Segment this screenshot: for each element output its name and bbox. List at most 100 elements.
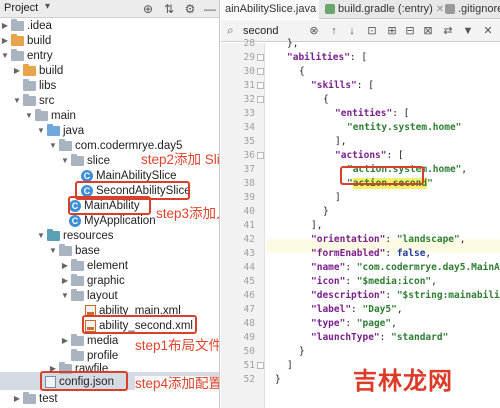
chevron-down-icon[interactable]: ▼ [24, 108, 34, 124]
tree-item-entry-build[interactable]: ▶ build [12, 63, 63, 79]
code-line-41: ], [311, 220, 323, 231]
tab-gitignore[interactable]: .gitignore [441, 0, 500, 19]
chevron-right-icon[interactable]: ▶ [0, 33, 10, 49]
tree-item-resources[interactable]: ▼ resources [36, 228, 114, 244]
package-icon [71, 154, 84, 166]
class-icon: C [69, 215, 81, 227]
chevron-down-icon[interactable]: ▼ [0, 48, 10, 64]
chevron-down-icon[interactable]: ▼ [60, 288, 70, 304]
code-line-34: "entity.system.home" [347, 122, 462, 133]
tree-item-java[interactable]: ▼ java [36, 123, 84, 139]
line-number: 32 [243, 94, 255, 105]
tree-item-label: slice [87, 155, 111, 167]
tree-item-graphic[interactable]: ▶ graphic [60, 273, 125, 289]
folder-icon [71, 334, 84, 346]
chevron-right-icon[interactable]: ▶ [0, 18, 10, 34]
tree-item-entry[interactable]: ▼ entry [0, 48, 53, 64]
code-line-50: } [299, 346, 305, 357]
project-panel-title[interactable]: Project [4, 2, 38, 14]
fold-marker-icon[interactable] [257, 96, 264, 103]
tree-item-label: src [39, 95, 55, 107]
chevron-right-icon[interactable]: ▶ [60, 258, 70, 274]
chevron-down-icon[interactable]: ▼ [12, 93, 22, 109]
search-icon[interactable]: ⌕ [227, 23, 241, 37]
code-line-32: { [323, 94, 329, 105]
code-line-51: ] [287, 360, 293, 371]
filter-icon[interactable]: ▼ [461, 23, 475, 39]
tab-label: ainAbilitySlice.java [225, 3, 317, 15]
folder-icon [11, 49, 24, 61]
remove-selection-icon[interactable]: ⊟ [403, 23, 417, 39]
editor-tab-bar: ainAbilitySlice.java build.gradle (:entr… [221, 0, 500, 19]
chevron-right-icon[interactable]: ▶ [12, 63, 22, 79]
chevron-down-icon[interactable]: ▾ [45, 1, 50, 12]
code-line-46: "description": "$string:mainability_d [311, 290, 500, 301]
chevron-down-icon[interactable]: ▼ [48, 243, 58, 259]
folder-icon [23, 79, 36, 91]
watermark: 吉林龙网 [353, 368, 453, 395]
folder-icon [71, 349, 84, 361]
line-number: 29 [243, 52, 255, 63]
tree-item-src[interactable]: ▼ src [12, 93, 54, 109]
tree-item-idea[interactable]: ▶ .idea [0, 18, 52, 34]
chevron-down-icon[interactable]: ▼ [36, 228, 46, 244]
annotation-box-config-json [40, 371, 128, 391]
arrow-down-icon[interactable]: ↓ [345, 23, 359, 39]
code-line-35: ], [335, 136, 347, 147]
arrow-up-icon[interactable]: ↑ [327, 23, 341, 39]
add-selection-icon[interactable]: ⊞ [385, 23, 399, 39]
tree-item-media[interactable]: ▶ media [60, 333, 118, 349]
gradle-file-icon [325, 4, 335, 14]
tree-item-base[interactable]: ▼ base [48, 243, 100, 259]
tab-label: .gitignore [458, 3, 500, 15]
chevron-right-icon[interactable]: ▶ [60, 273, 70, 289]
tree-item-layout[interactable]: ▼ layout [60, 288, 118, 304]
toggle-icon[interactable]: ⇄ [441, 23, 455, 39]
line-number: 37 [243, 164, 255, 175]
chevron-right-icon[interactable]: ▶ [60, 333, 70, 349]
line-number: 39 [243, 192, 255, 203]
tree-item-label: graphic [87, 275, 125, 287]
code-line-30: { [299, 66, 305, 77]
folder-icon [23, 94, 36, 106]
source-folder-icon [47, 124, 60, 136]
folder-icon [11, 19, 24, 31]
tree-item-test[interactable]: ▶ test [12, 391, 58, 407]
fold-marker-icon[interactable] [257, 68, 264, 75]
line-number: 41 [243, 220, 255, 231]
tree-item-element[interactable]: ▶ element [60, 258, 128, 274]
fold-marker-icon[interactable] [257, 362, 264, 369]
fold-marker-icon[interactable] [257, 54, 264, 61]
clear-search-icon[interactable]: ⊗ [307, 23, 321, 39]
line-number: 52 [243, 374, 255, 385]
tree-item-slice[interactable]: ▼ slice [60, 153, 110, 169]
line-number: 50 [243, 346, 255, 357]
fold-marker-icon[interactable] [257, 82, 264, 89]
tab-mainabilityslice[interactable]: ainAbilitySlice.java [221, 0, 319, 19]
chevron-down-icon[interactable]: ▼ [48, 138, 58, 154]
target-icon[interactable]: ⊕ [141, 2, 155, 16]
annotation-step4: step4添加配置 [135, 376, 219, 392]
gear-icon[interactable]: ⚙ [183, 2, 197, 16]
select-all-occurrences-icon[interactable]: ⊡ [365, 23, 379, 39]
tab-build-gradle[interactable]: build.gradle (:entry) ✕ [321, 0, 444, 19]
tree-item-label: entry [27, 50, 53, 62]
annotation-step3: step3添加入口 [156, 206, 219, 222]
tree-item-label: libs [39, 80, 57, 92]
hide-icon[interactable]: — [203, 2, 217, 16]
tree-item-myapplication[interactable]: C MyApplication [68, 213, 156, 229]
chevron-right-icon[interactable]: ▶ [12, 391, 22, 407]
chevron-down-icon[interactable]: ▼ [60, 153, 70, 169]
line-number: 48 [243, 318, 255, 329]
code-line-40: } [323, 206, 329, 217]
fold-marker-icon[interactable] [257, 152, 264, 159]
line-number: 43 [243, 248, 255, 259]
tree-item-label: build [39, 65, 64, 77]
tree-item-libs[interactable]: libs [12, 78, 56, 94]
chevron-down-icon[interactable]: ▼ [36, 123, 46, 139]
select-occurrences-icon[interactable]: ⊠ [421, 23, 435, 39]
settings-menu-icon[interactable]: ⇅ [162, 2, 176, 16]
tree-item-build[interactable]: ▶ build [0, 33, 51, 49]
close-icon[interactable]: ✕ [481, 23, 495, 39]
tree-item-main[interactable]: ▼ main [24, 108, 76, 124]
